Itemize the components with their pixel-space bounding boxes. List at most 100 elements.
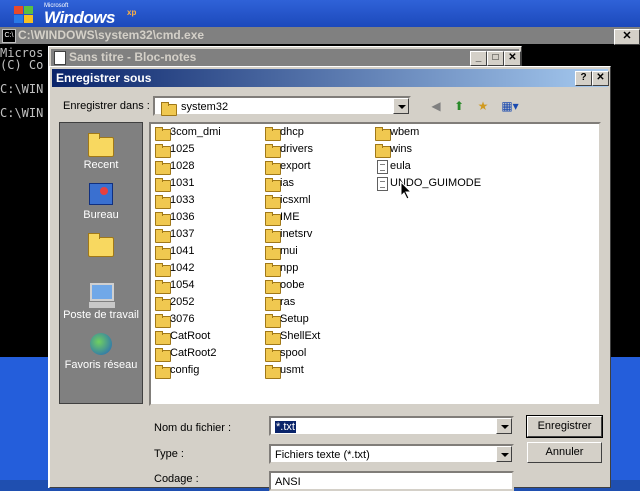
folder-icon [155,280,171,294]
folder-icon [155,195,171,209]
item-name: spool [280,347,307,359]
desktop-background: Microsoft Windows xp [0,0,640,30]
item-name: CatRoot2 [170,347,217,359]
text-file-icon [377,177,388,191]
item-name: eula [390,160,411,172]
item-name: 1041 [170,245,195,257]
chevron-down-icon[interactable] [496,418,512,434]
folder-icon [155,212,171,226]
item-name: icsxml [280,194,311,206]
cancel-button[interactable]: Annuler [527,442,602,463]
folder-icon [265,212,281,226]
maximize-button[interactable]: □ [487,51,504,66]
cmd-line: C:\WIN [0,82,44,96]
folder-icon [155,127,171,141]
save-as-dialog[interactable]: Enregistrer sous ? ✕ Enregistrer dans : … [49,66,611,491]
chevron-down-icon[interactable] [496,446,512,462]
folder-icon [265,144,281,158]
cmd-title-bar[interactable]: C:\ C:\WINDOWS\system32\cmd.exe ✕ [0,27,640,45]
place-my-documents[interactable] [60,231,142,259]
minimize-button[interactable]: _ [470,51,487,66]
encoding-dropdown[interactable]: ANSI [269,471,514,491]
save-in-value: system32 [181,101,229,113]
folder-icon [155,161,171,175]
folder-icon [265,195,281,209]
item-name: 1054 [170,279,195,291]
cmd-icon: C:\ [2,29,16,43]
desktop-icon [86,181,116,209]
cmd-close-button[interactable]: ✕ [614,29,640,45]
filename-input[interactable]: *.txt [269,416,514,436]
filename-value: *.txt [275,421,296,433]
folder-icon [155,263,171,277]
item-name: 1025 [170,143,195,155]
item-name: 3076 [170,313,195,325]
place-network[interactable]: Favoris réseau [60,331,142,371]
windows-flag-icon [14,6,36,26]
filename-label: Nom du fichier : [154,422,232,434]
new-folder-icon[interactable]: ★ [474,97,492,115]
place-recent[interactable]: Recent [60,131,142,171]
item-name: Setup [280,313,309,325]
close-button[interactable]: ✕ [504,51,521,66]
back-icon[interactable]: ◀ [427,97,445,115]
folder-icon [265,331,281,345]
folder-icon [155,314,171,328]
folder-icon [265,246,281,260]
item-name: wbem [390,126,420,138]
places-bar: Recent Bureau Poste de travail Favoris r… [59,122,143,404]
type-label: Type : [154,448,184,460]
cmd-title: C:\WINDOWS\system32\cmd.exe [18,28,205,42]
save-in-dropdown[interactable]: system32 [153,96,411,116]
my-documents-folder-icon [88,233,114,257]
file-type-dropdown[interactable]: Fichiers texte (*.txt) [269,444,514,464]
place-label: Bureau [83,209,119,221]
item-name: CatRoot [170,330,211,342]
view-menu-icon[interactable]: ▦▾ [498,97,522,115]
folder-icon [155,178,171,192]
help-button[interactable]: ? [575,71,592,86]
item-name: inetsrv [280,228,313,240]
item-name: ras [280,296,296,308]
folder-icon [155,246,171,260]
place-desktop[interactable]: Bureau [60,181,142,221]
chevron-down-icon[interactable] [393,98,409,114]
folder-icon [375,144,391,158]
folder-icon [265,365,281,379]
item-name: export [280,160,311,172]
encoding-label: Codage : [154,473,199,485]
folder-icon [155,144,171,158]
mouse-cursor-icon [400,181,413,200]
dialog-title-bar[interactable]: Enregistrer sous ? ✕ [52,69,609,87]
folder-icon [155,331,171,345]
place-label: Poste de travail [63,309,139,321]
place-label: Recent [83,159,119,171]
file-list[interactable]: 3com_dmi 1025 1028 1031 1033 1036 1037 1041 1042… [149,122,601,406]
up-one-level-icon[interactable]: ⬆ [450,97,468,115]
item-name: wins [390,143,413,155]
item-name: mui [280,245,298,257]
item-name: IME [280,211,300,223]
place-my-computer[interactable]: Poste de travail [60,281,142,321]
close-button[interactable]: ✕ [592,71,609,86]
folder-icon [155,297,171,311]
save-button[interactable]: Enregistrer [526,415,603,438]
folder-icon [375,127,391,141]
notepad-title: Sans titre - Bloc-notes [69,50,197,64]
item-name: 1028 [170,160,195,172]
folder-icon [265,348,281,362]
network-places-icon [86,331,116,359]
item-name: drivers [280,143,314,155]
folder-icon [265,229,281,243]
item-name: 1037 [170,228,195,240]
place-label: Favoris réseau [64,359,138,371]
folder-icon [265,127,281,141]
item-name: config [170,364,200,376]
file-type-value: Fichiers texte (*.txt) [275,449,370,461]
item-name: 1033 [170,194,195,206]
item-name: 1031 [170,177,195,189]
cmd-line: (C) Co [0,58,44,72]
encoding-value: ANSI [275,476,301,488]
notepad-title-bar[interactable]: Sans titre - Bloc-notes _ □ ✕ [51,49,521,66]
folder-icon [155,365,171,379]
